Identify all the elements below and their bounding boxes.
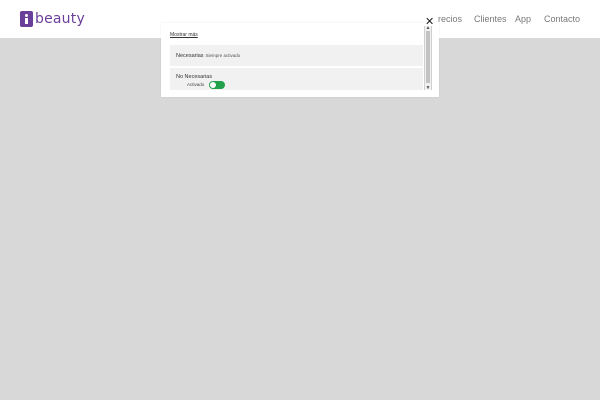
logo[interactable]: beauty xyxy=(20,11,85,27)
nav-item-precios[interactable]: recios xyxy=(438,14,462,24)
category-name: Necesarias xyxy=(176,53,204,59)
category-not-necessary[interactable]: No Necesarias Activado xyxy=(170,68,423,90)
category-name: No Necesarias xyxy=(176,74,213,80)
cookie-settings-modal: ✕ Mostrar más Necesarias Siempre activado… xyxy=(161,16,439,97)
nav-item-app[interactable]: App xyxy=(515,14,531,24)
logo-text: beauty xyxy=(35,11,85,27)
category-necessary[interactable]: Necesarias Siempre activado xyxy=(170,45,423,66)
toggle-knob xyxy=(210,82,216,88)
scroll-down-arrow-icon[interactable]: ▼ xyxy=(425,86,431,91)
scroll-up-arrow-icon[interactable]: ▲ xyxy=(425,26,431,31)
nav-item-contacto[interactable]: Contacto xyxy=(544,14,580,24)
scrollbar[interactable]: ▲ ▼ xyxy=(424,26,432,91)
show-more-link[interactable]: Mostrar más xyxy=(170,32,198,38)
consent-toggle[interactable] xyxy=(209,81,225,89)
category-title: Necesarias Siempre activado xyxy=(176,53,240,59)
logo-icon xyxy=(20,11,33,27)
scrollbar-thumb[interactable] xyxy=(426,31,430,83)
toggle-label: Activado xyxy=(187,82,205,87)
nav-item-clientes[interactable]: Clientes xyxy=(474,14,507,24)
always-active-status: Siempre activado xyxy=(205,53,241,58)
